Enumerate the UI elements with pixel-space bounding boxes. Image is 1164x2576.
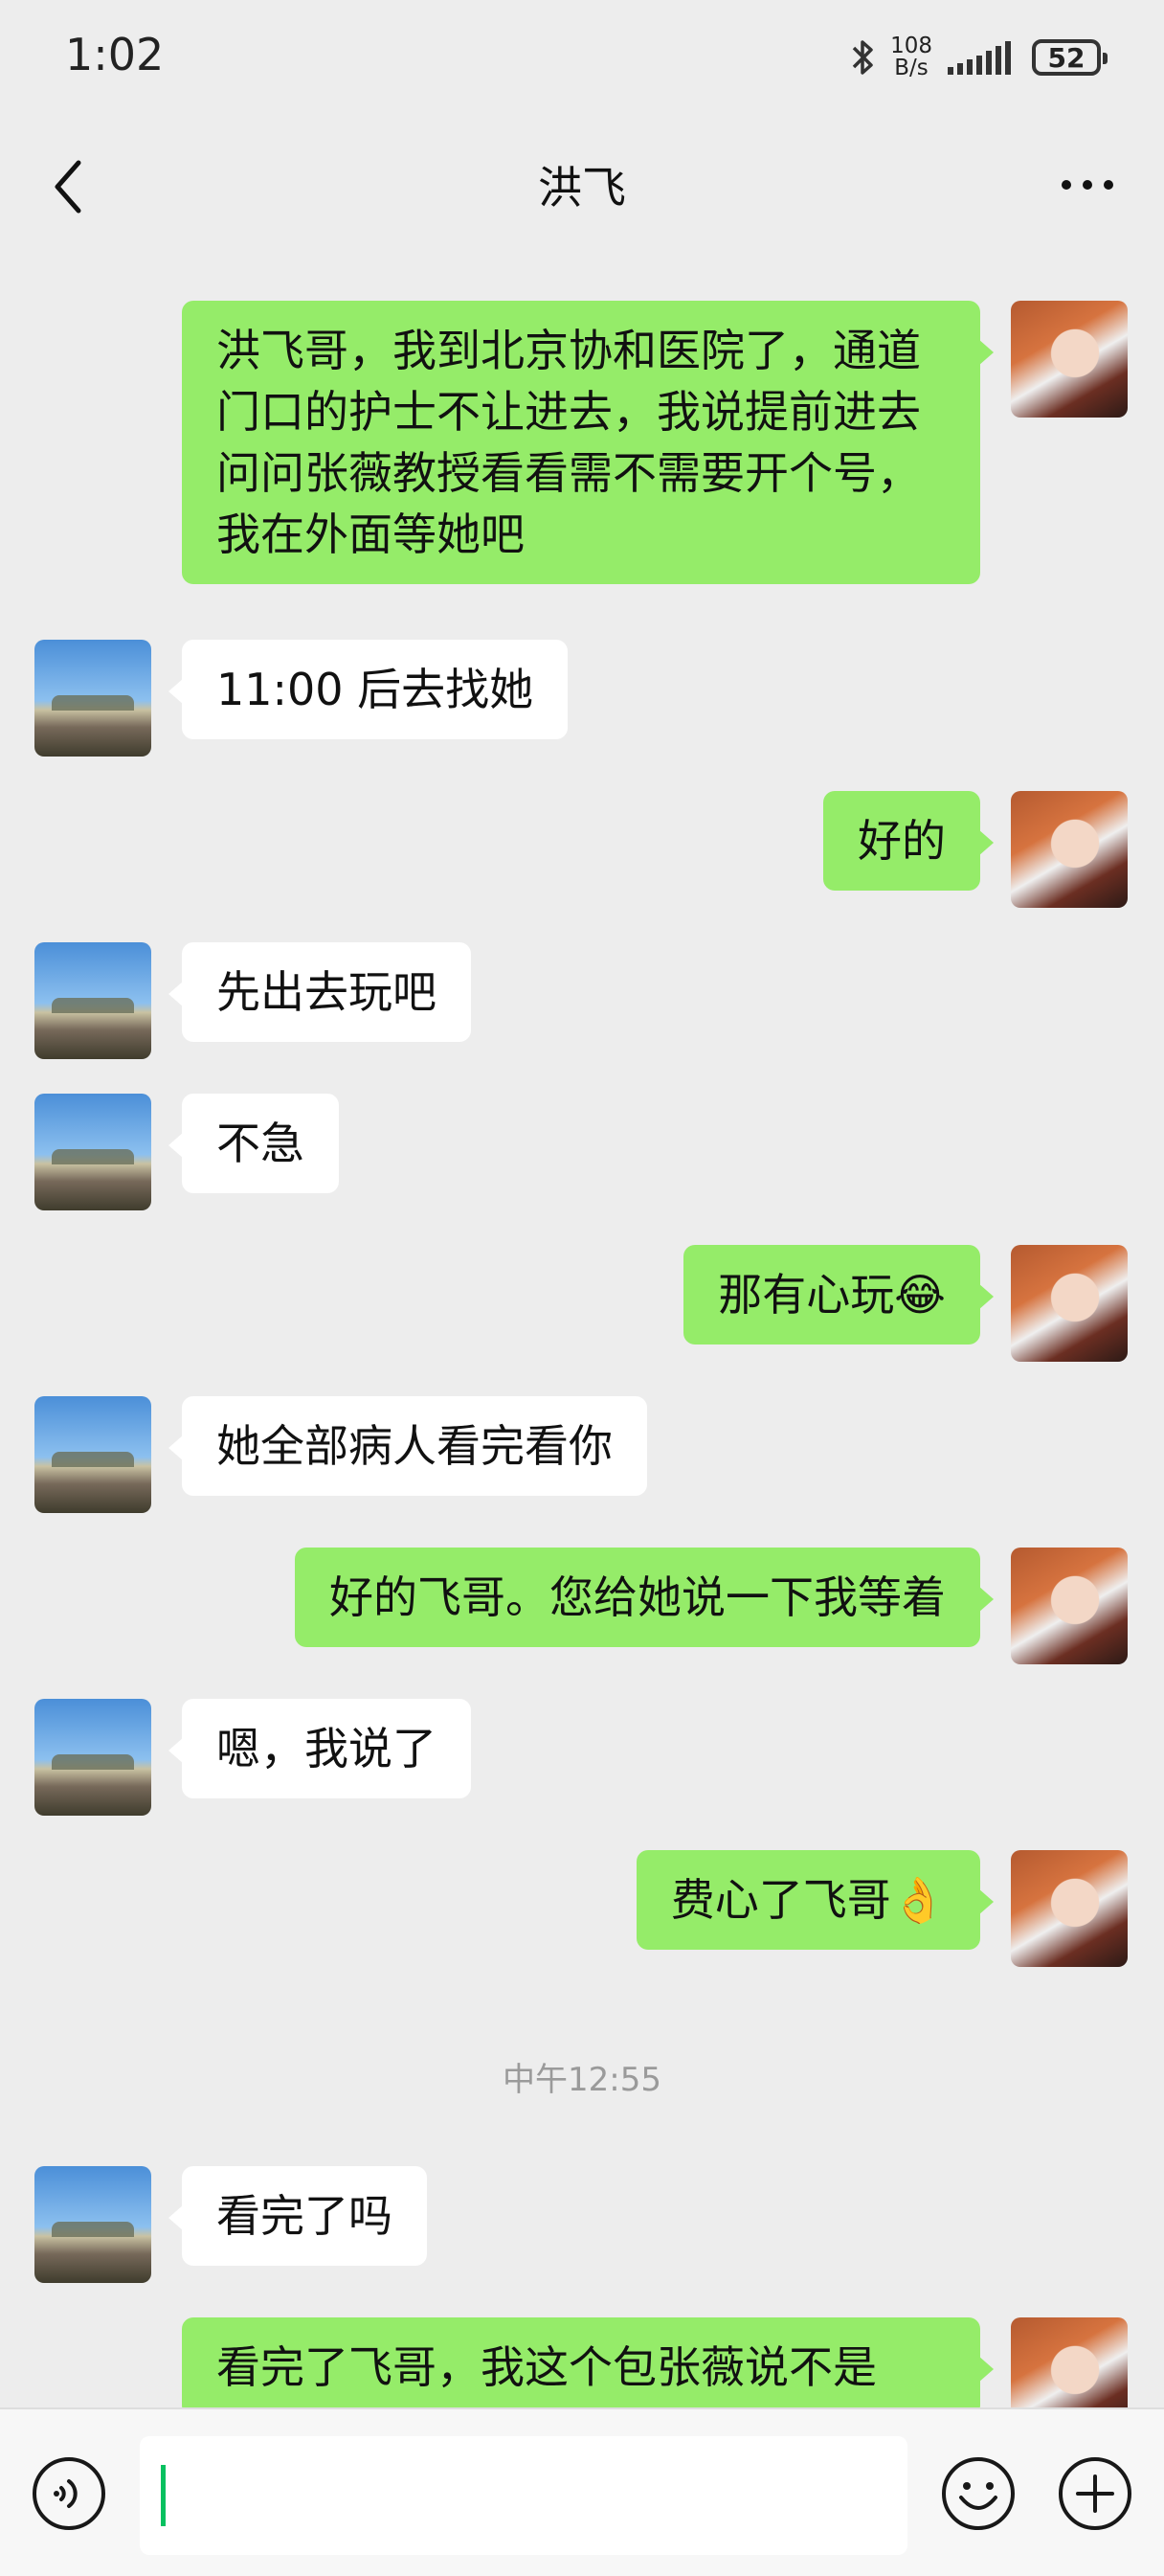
message-bubble-incoming[interactable]: 看完了吗 [168, 2166, 427, 2266]
message-text: 那有心玩 [718, 1269, 895, 1321]
self-avatar[interactable] [1011, 791, 1128, 908]
message-bubble-outgoing[interactable]: 好的 [823, 791, 994, 891]
text-cursor [161, 2465, 166, 2526]
self-avatar[interactable] [1011, 1548, 1128, 1664]
message-bubble-incoming[interactable]: 不急 [168, 1094, 339, 1193]
contact-avatar[interactable] [34, 1699, 151, 1816]
chat-header: 洪飞 [0, 117, 1164, 253]
message-bubble-incoming[interactable]: 11:00 后去找她 [168, 640, 569, 739]
network-speed-unit: B/s [894, 56, 929, 80]
message-bubble-incoming[interactable]: 嗯，我说了 [168, 1699, 471, 1798]
more-horizontal-icon[interactable] [1053, 161, 1122, 209]
battery-icon: 52 [1032, 39, 1108, 76]
contact-avatar[interactable] [34, 2166, 151, 2283]
message-bubble-outgoing[interactable]: 好的飞哥。您给她说一下我等着 [295, 1548, 994, 1647]
bluetooth-icon [852, 40, 873, 75]
message-bubble-outgoing[interactable]: 那有心玩😂 [683, 1245, 994, 1344]
status-icons: 108 B/s 52 [850, 31, 1108, 84]
self-avatar[interactable] [1011, 1245, 1128, 1362]
contact-avatar[interactable] [34, 1396, 151, 1513]
time-separator: 中午12:55 [503, 2061, 661, 2099]
input-bar [0, 2407, 1164, 2576]
emoji-laughing-icon: 😂 [894, 1269, 946, 1321]
contact-avatar[interactable] [34, 942, 151, 1059]
contact-avatar[interactable] [34, 1094, 151, 1210]
status-bar: 1:02 108 B/s 52 [0, 0, 1164, 117]
contact-avatar[interactable] [34, 640, 151, 757]
signal-icon [948, 41, 1011, 75]
status-time: 1:02 [65, 29, 165, 80]
message-text: 费心了飞哥 [670, 1874, 891, 1926]
message-bubble-incoming[interactable]: 先出去玩吧 [168, 942, 471, 1042]
chat-title: 洪飞 [538, 162, 626, 214]
network-speed: 108 B/s [890, 35, 932, 79]
network-speed-value: 108 [890, 34, 932, 58]
message-input[interactable] [140, 2436, 907, 2555]
plus-icon[interactable] [1057, 2455, 1133, 2532]
message-bubble-outgoing[interactable]: 洪飞哥，我到北京协和医院了，通道门口的护士不让进去，我说提前进去问问张薇教授看看… [182, 301, 994, 584]
self-avatar[interactable] [1011, 1850, 1128, 1967]
emoji-ok-hand-icon: 👌 [890, 1874, 946, 1926]
message-bubble-outgoing[interactable]: 费心了飞哥👌 [636, 1850, 995, 1950]
message-bubble-incoming[interactable]: 她全部病人看完看你 [168, 1396, 647, 1496]
self-avatar[interactable] [1011, 301, 1128, 418]
voice-icon[interactable] [31, 2455, 107, 2532]
message-bubble-outgoing[interactable]: 看完了飞哥，我这个包张薇说不是 [182, 2317, 994, 2417]
emoji-icon[interactable] [940, 2455, 1017, 2532]
